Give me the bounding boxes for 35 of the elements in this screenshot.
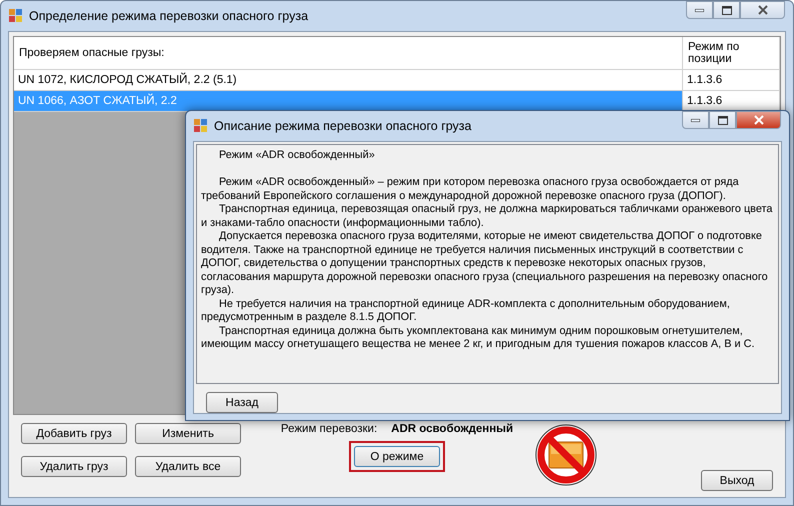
- mode-value: ADR освобожденный: [391, 423, 514, 435]
- mode-label: Режим перевозки:: [280, 423, 378, 435]
- maximize-button[interactable]: [713, 1, 740, 19]
- app-icon: [9, 9, 23, 23]
- app-icon: [194, 119, 208, 133]
- dialog-title: Описание режима перевозки опасного груза: [214, 119, 472, 133]
- minimize-icon: [695, 8, 704, 12]
- close-icon: [758, 5, 768, 15]
- description-paragraph: Транспортная единица должна быть укомплектована как минимум одним порошковым огнетушителем, имеющим массу огнетушащего вещества не менее 2 кг, и пригодным для тушения пожаров классов А, В и С.: [201, 324, 756, 352]
- action-button[interactable]: Удалить все: [135, 456, 241, 477]
- column-header[interactable]: Режим по позиции: [683, 37, 780, 70]
- description-text-area[interactable]: [196, 144, 779, 384]
- description-paragraph: Допускается перевозка опасного груза водителями, которые не имеют свидетельства ДОПОГ о подготовке водителя. Также на транспортной единице не требуется наличия письменных инструкций в соответствии с ДОПОГ, свидетельства о допущении транспортных средств к перевозке некоторых опасных грузов, согласования маршрута дорожной перевозки опасного груза (специального разрешения на перевозку опасного груза).: [201, 230, 769, 298]
- maximize-button[interactable]: [709, 111, 736, 129]
- maximize-icon: [722, 6, 732, 14]
- description-paragraph: Транспортная единица, перевозящая опасный груз, не должна маркироваться табличками оранжевого цвета и знаками-табло опасности (информационными табло).: [201, 203, 774, 230]
- minimize-button[interactable]: [686, 1, 713, 19]
- minimize-button[interactable]: [682, 111, 709, 129]
- close-button[interactable]: [736, 111, 781, 129]
- maximize-icon: [718, 116, 728, 124]
- minimize-icon: [691, 118, 700, 122]
- description-heading: Режим «ADR освобожденный»: [218, 149, 376, 162]
- back-button[interactable]: Назад: [206, 392, 278, 413]
- exit-button[interactable]: Выход: [701, 470, 773, 491]
- close-button[interactable]: [740, 1, 785, 19]
- column-header[interactable]: Проверяем опасные грузы:: [14, 37, 683, 70]
- action-button[interactable]: Изменить: [135, 423, 241, 444]
- prohibition-sign-icon: [533, 423, 599, 487]
- about-mode-button[interactable]: О режиме: [354, 446, 440, 467]
- description-paragraph: Режим «ADR освобожденный» – режим при котором перевозка опасного груза освобождается от ряда требований Европейского соглашения о международной дорожной перевозке опасного груза (ДОПОГ).: [201, 176, 740, 203]
- action-button[interactable]: Удалить груз: [21, 456, 127, 477]
- action-button[interactable]: Добавить груз: [21, 423, 127, 444]
- close-icon: [754, 115, 764, 125]
- window-title: Определение режима перевозки опасного груза: [29, 9, 310, 23]
- description-paragraph: Не требуется наличия на транспортной единице ADR-комплекта с дополнительным оборудованием, предусмотренным в разделе 8.1.5 ДОПОГ.: [201, 298, 731, 324]
